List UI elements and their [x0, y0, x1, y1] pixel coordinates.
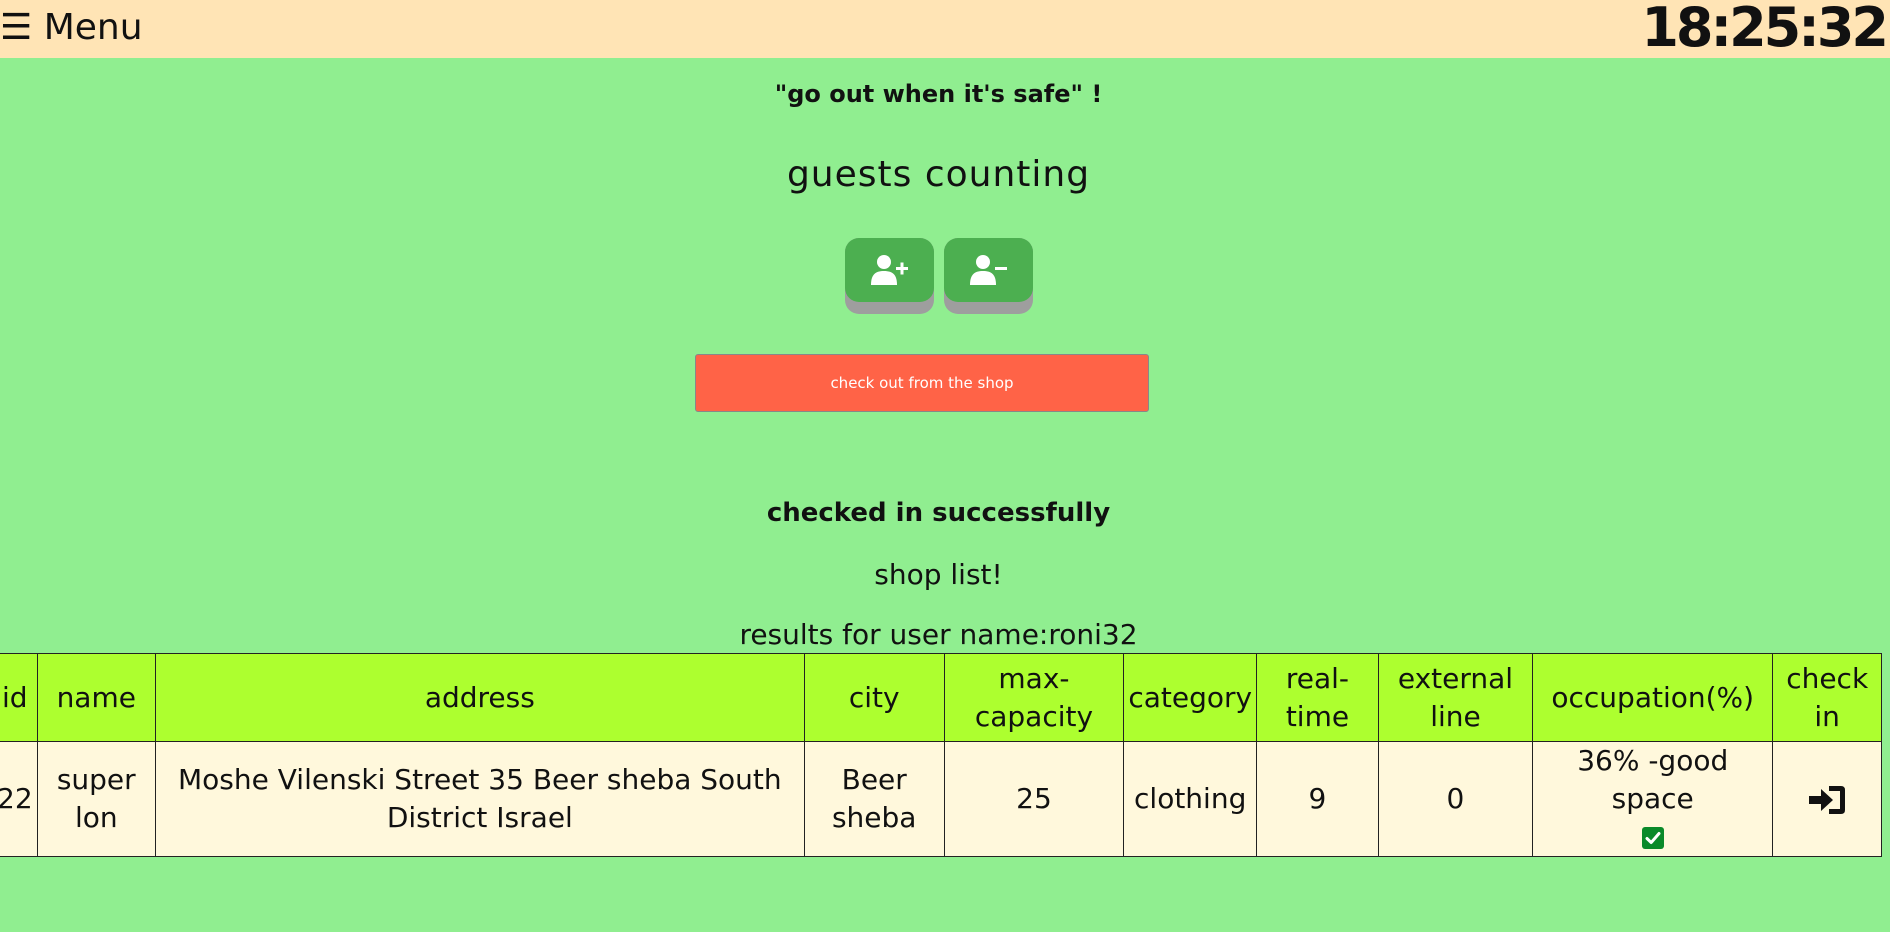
checkout-button[interactable]: check out from the shop: [695, 354, 1149, 412]
add-guest-button[interactable]: [845, 238, 934, 314]
shop-list-title: shop list!: [874, 558, 1003, 591]
col-header-max-capacity: max-capacity: [943, 653, 1125, 742]
occupation-text: 36% -good space: [1577, 744, 1729, 815]
col-header-name: name: [36, 653, 156, 742]
check-square-icon: [1641, 827, 1664, 849]
clock: 18:25:32: [1641, 0, 1889, 59]
col-header-external-line: external line: [1377, 653, 1534, 742]
page-title: guests counting: [786, 154, 1091, 195]
cell-id: 22: [0, 741, 38, 857]
cell-max-capacity: 25: [943, 741, 1125, 857]
sign-in-icon: [1809, 786, 1846, 814]
cell-real-time: 9: [1256, 741, 1379, 857]
results-label: results for user name:roni32: [739, 618, 1138, 651]
status-message: checked in successfully: [766, 498, 1111, 528]
top-bar: ☰ Menu 18:25:32: [0, 0, 1890, 58]
col-header-check-in: check in: [1772, 653, 1882, 742]
col-header-real-time: real-time: [1256, 653, 1379, 742]
user-plus-icon: [870, 255, 908, 285]
cell-external-line: 0: [1377, 741, 1534, 857]
menu-button[interactable]: ☰ Menu: [0, 8, 143, 48]
col-header-occupation: occupation(%): [1532, 653, 1774, 742]
col-header-id: id: [0, 653, 38, 742]
slogan: "go out when it's safe" !: [774, 80, 1103, 108]
cell-name: super lon: [36, 741, 156, 857]
col-header-city: city: [803, 653, 945, 742]
remove-guest-button[interactable]: [944, 238, 1033, 314]
check-in-button[interactable]: [1772, 741, 1882, 857]
user-minus-icon: [969, 255, 1007, 285]
col-header-address: address: [154, 653, 805, 742]
cell-category: clothing: [1123, 741, 1258, 857]
table-row: 22 super lon Moshe Vilenski Street 35 Be…: [0, 741, 1882, 857]
col-header-category: category: [1123, 653, 1258, 742]
table-header-row: id name address city max-capacity catego…: [0, 653, 1882, 742]
shop-table: id name address city max-capacity catego…: [0, 653, 1882, 857]
cell-address: Moshe Vilenski Street 35 Beer sheba Sout…: [154, 741, 805, 857]
cell-city: Beer sheba: [803, 741, 945, 857]
cell-occupation: 36% -good space: [1532, 741, 1774, 857]
